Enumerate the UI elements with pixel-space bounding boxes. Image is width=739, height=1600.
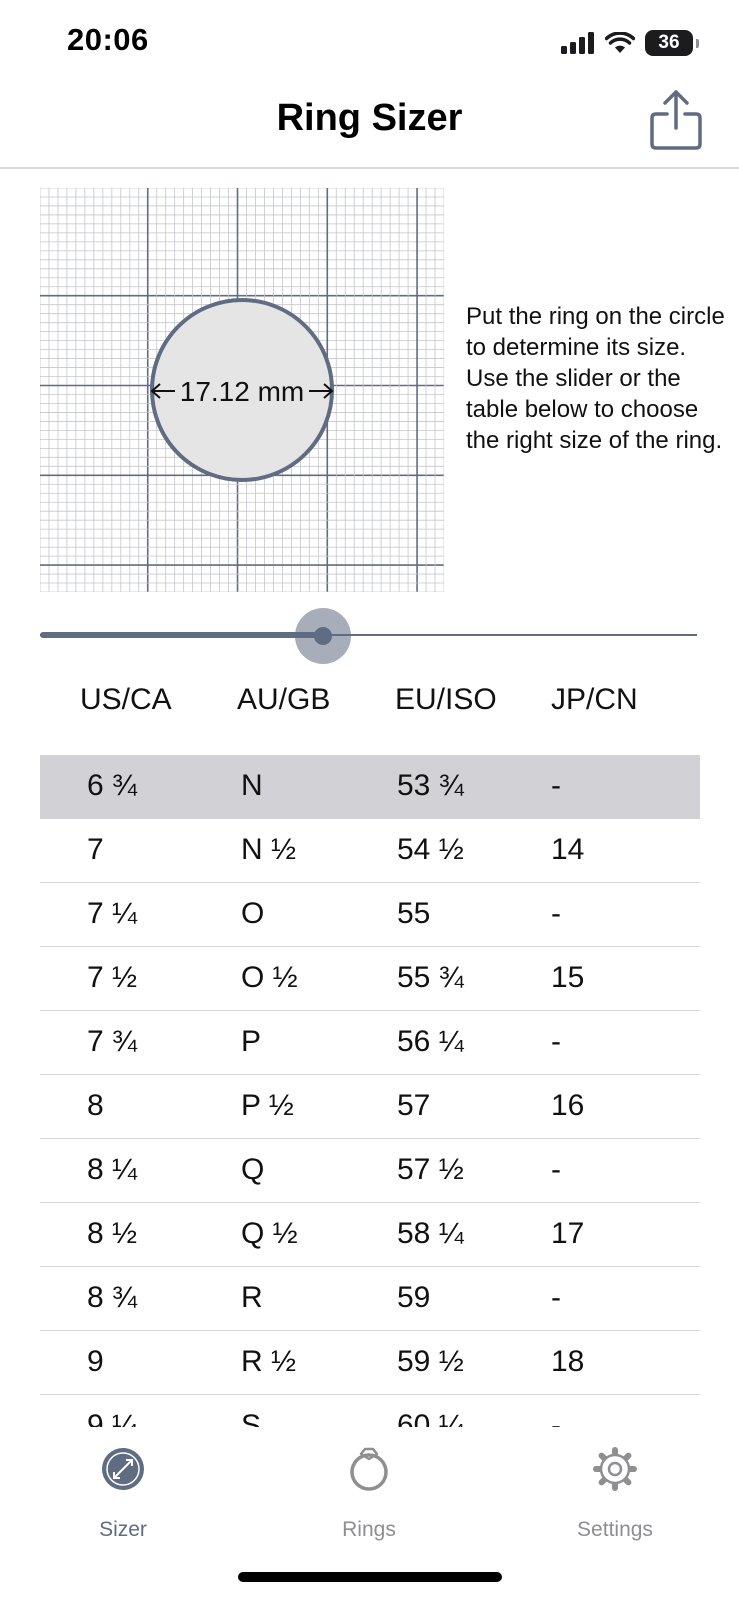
cell-au-gb: N ½ — [241, 833, 297, 866]
cell-jp-cn: - — [551, 769, 561, 802]
cell-jp-cn: - — [551, 897, 561, 930]
ring-icon — [350, 1447, 388, 1491]
share-icon — [650, 90, 702, 150]
cell-eu-iso: 55 — [397, 897, 431, 930]
tab-label-settings: Settings — [577, 1518, 653, 1541]
cell-eu-iso: 54 ½ — [397, 833, 464, 866]
cell-au-gb: Q ½ — [241, 1217, 298, 1250]
cell-us-ca: 7 ¾ — [87, 1025, 138, 1058]
table-row[interactable]: 7 ¼ O 55 - — [40, 883, 700, 947]
cell-eu-iso: 56 ¼ — [397, 1025, 464, 1058]
cell-jp-cn: - — [551, 1153, 561, 1186]
cell-eu-iso: 57 — [397, 1089, 431, 1122]
ring-sizer-icon — [102, 1448, 144, 1490]
column-header-au-gb: AU/GB — [237, 683, 331, 716]
cell-jp-cn: - — [551, 1025, 561, 1058]
status-icons: 36 — [561, 26, 699, 60]
signal-icon — [561, 32, 594, 54]
cell-eu-iso: 53 ¾ — [397, 769, 464, 802]
diameter-label: 17.12 mm — [180, 376, 305, 407]
table-row[interactable]: 7 ½ O ½ 55 ¾ 15 — [40, 947, 700, 1011]
cell-eu-iso: 59 ½ — [397, 1345, 464, 1378]
size-table: 6 ¾ N 53 ¾ - 7 N ½ 54 ½ 14 7 ¼ O 55 - 7 ½ O ½ 55 ¾ 1… — [40, 755, 700, 1459]
table-row[interactable]: 7 ¾ P 56 ¼ - — [40, 1011, 700, 1075]
wifi-icon — [605, 32, 635, 53]
cell-jp-cn: 15 — [551, 961, 585, 994]
cell-us-ca: 6 ¾ — [87, 769, 138, 802]
cell-us-ca: 7 ½ — [87, 961, 138, 994]
column-header-jp-cn: JP/CN — [551, 683, 638, 716]
slider-fill — [40, 632, 323, 638]
battery-level: 36 — [658, 32, 680, 53]
instruction-text: Put the ring on the circle to determine … — [466, 303, 725, 454]
cell-us-ca: 8 ¼ — [87, 1153, 138, 1186]
cell-us-ca: 8 ½ — [87, 1217, 138, 1250]
cell-us-ca: 9 — [87, 1345, 104, 1378]
status-time: 20:06 — [67, 22, 149, 57]
nav-divider — [0, 167, 739, 169]
cell-au-gb: O — [241, 897, 265, 930]
cell-eu-iso: 57 ½ — [397, 1153, 464, 1186]
cell-au-gb: P — [241, 1025, 262, 1058]
cell-eu-iso: 59 — [397, 1281, 431, 1314]
size-slider[interactable] — [40, 608, 697, 664]
page-title: Ring Sizer — [276, 97, 463, 139]
table-row[interactable]: 8 P ½ 57 16 — [40, 1075, 700, 1139]
cell-au-gb: O ½ — [241, 961, 298, 994]
table-row[interactable]: 8 ¾ R 59 - — [40, 1267, 700, 1331]
battery-icon: 36 — [645, 30, 699, 56]
cell-us-ca: 7 — [87, 833, 104, 866]
cell-jp-cn: 16 — [551, 1089, 585, 1122]
column-header-eu-iso: EU/ISO — [395, 683, 497, 716]
tab-label-rings: Rings — [342, 1518, 396, 1541]
cell-au-gb: Q — [241, 1153, 265, 1186]
table-row[interactable]: 7 N ½ 54 ½ 14 — [40, 819, 700, 883]
cell-au-gb: R ½ — [241, 1345, 297, 1378]
gear-icon — [593, 1447, 637, 1491]
cell-eu-iso: 55 ¾ — [397, 961, 464, 994]
sizer-grid: 17.12 mm — [40, 188, 444, 592]
home-indicator — [238, 1572, 502, 1582]
cell-jp-cn: - — [551, 1281, 561, 1314]
cell-jp-cn: 18 — [551, 1345, 585, 1378]
column-header-us-ca: US/CA — [80, 683, 172, 716]
cell-us-ca: 7 ¼ — [87, 897, 138, 930]
tab-label-sizer: Sizer — [99, 1518, 147, 1541]
cell-us-ca: 8 — [87, 1089, 104, 1122]
table-row[interactable]: 9 R ½ 59 ½ 18 — [40, 1331, 700, 1395]
cell-us-ca: 8 ¾ — [87, 1281, 138, 1314]
cell-jp-cn: 17 — [551, 1217, 585, 1250]
cell-au-gb: R — [241, 1281, 263, 1314]
table-row[interactable]: 8 ¼ Q 57 ½ - — [40, 1139, 700, 1203]
slider-thumb[interactable] — [294, 608, 351, 664]
table-row[interactable]: 8 ½ Q ½ 58 ¼ 17 — [40, 1203, 700, 1267]
cell-jp-cn: 14 — [551, 833, 585, 866]
share-button[interactable] — [648, 88, 704, 152]
cell-au-gb: P ½ — [241, 1089, 294, 1122]
cell-au-gb: N — [241, 769, 263, 802]
table-row[interactable]: 6 ¾ N 53 ¾ - — [40, 755, 700, 819]
cell-eu-iso: 58 ¼ — [397, 1217, 464, 1250]
